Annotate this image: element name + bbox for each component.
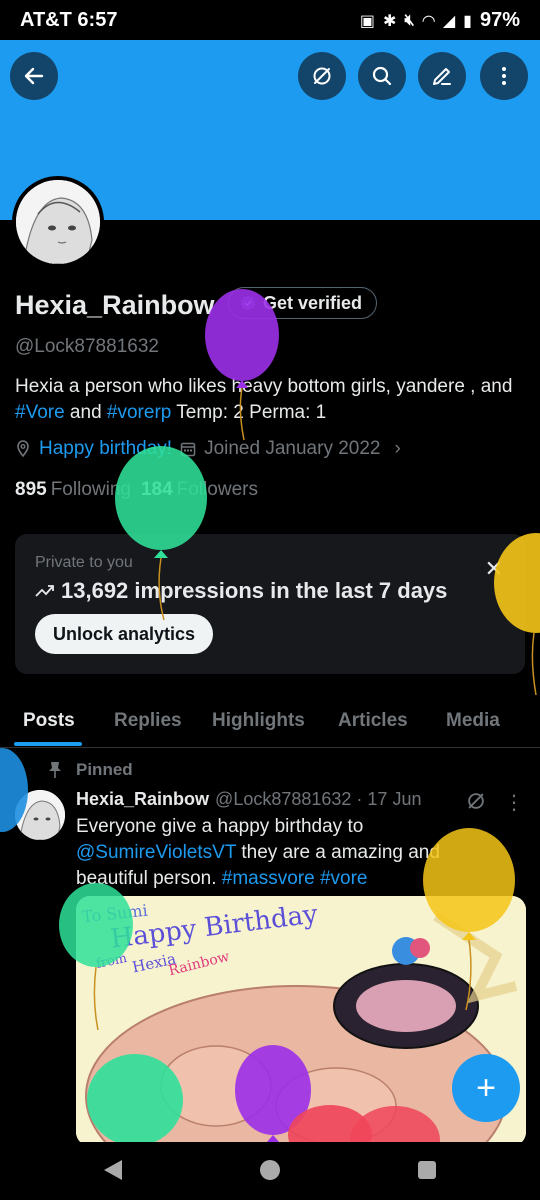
nav-recents-icon[interactable]: [418, 1161, 436, 1179]
post-header: Hexia_Rainbow @Lock87881632 · 17 Jun: [76, 789, 421, 810]
close-icon[interactable]: ✕: [485, 556, 503, 582]
post-mention[interactable]: @SumireVioletsVT: [76, 842, 236, 863]
analytics-card: Private to you 13,692 impressions in the…: [15, 534, 525, 674]
edit-button[interactable]: [418, 52, 466, 100]
bio-text-mid: and: [64, 402, 107, 423]
clock-label: 6:57: [77, 9, 118, 31]
impressions-summary: 13,692 impressions in the last 7 days: [35, 578, 447, 604]
signal-icon: ◢: [442, 12, 456, 30]
avatar-drawing: [16, 180, 100, 264]
compose-post-button[interactable]: +: [452, 1054, 520, 1122]
system-navigation-bar: [0, 1142, 540, 1200]
bio-text-suffix: Temp: 2 Perma: 1: [171, 402, 327, 423]
profile-avatar[interactable]: [12, 176, 104, 268]
pin-icon: [49, 762, 61, 778]
unlock-analytics-button[interactable]: Unlock analytics: [35, 614, 214, 654]
birthday-link[interactable]: Happy birthday!: [39, 438, 172, 460]
tab-highlights[interactable]: Highlights: [212, 710, 305, 732]
joined-date: Joined January 2022: [204, 438, 381, 459]
more-button[interactable]: [480, 52, 528, 100]
edit-icon: [433, 68, 451, 85]
battery-percent: 97%: [479, 9, 520, 31]
post-grok-icon[interactable]: [465, 790, 487, 812]
system-icons: ▣ ✱ 🔇︎ ◠ ◢ ▮ 97%: [360, 9, 520, 32]
nav-home-icon[interactable]: [260, 1160, 280, 1180]
search-icon: [372, 66, 392, 86]
back-button[interactable]: [10, 52, 58, 100]
post-hashtag-vore[interactable]: #vore: [320, 868, 368, 889]
follow-counts: 895 Following 184 Followers: [15, 479, 258, 501]
private-label: Private to you: [35, 554, 133, 571]
mute-icon: 🔇︎: [404, 11, 415, 29]
followers-label: Followers: [176, 479, 258, 500]
following-count: 895: [15, 479, 47, 500]
tab-posts[interactable]: Posts: [23, 710, 75, 732]
bio-hashtag-vore[interactable]: #Vore: [15, 402, 65, 423]
followers-count: 184: [140, 479, 173, 500]
profile-meta: Happy birthday! Joined January 2022 ›: [15, 438, 401, 460]
get-verified-button[interactable]: Get verified: [228, 287, 378, 319]
profile-handle: @Lock87881632: [15, 336, 159, 357]
post-handle-date: @Lock87881632 · 17 Jun: [215, 789, 422, 809]
birthday-icon: [17, 440, 29, 458]
following-label: Following: [50, 479, 131, 500]
bluetooth-icon: ✱: [383, 12, 397, 30]
search-button[interactable]: [358, 52, 406, 100]
post-author-name[interactable]: Hexia_Rainbow: [76, 789, 209, 810]
nfc-icon: ▣: [359, 12, 376, 30]
arrow-left-icon: [24, 67, 44, 85]
verified-badge-icon: [240, 295, 256, 311]
bio-text: Hexia a person who likes heavy bottom gi…: [15, 376, 513, 397]
carrier-label: AT&T: [20, 9, 72, 31]
battery-icon: ▮: [463, 12, 472, 30]
post-hashtag-massvore[interactable]: #massvore: [222, 868, 315, 889]
profile-bio: Hexia a person who likes heavy bottom gi…: [15, 374, 525, 426]
status-carrier-time: AT&T 6:57: [20, 9, 117, 32]
impressions-text: 13,692 impressions in the last 7 days: [61, 578, 448, 603]
grok-icon: [313, 67, 331, 85]
get-verified-label: Get verified: [263, 292, 363, 313]
nav-back-icon[interactable]: [104, 1160, 122, 1180]
pinned-label: Pinned: [76, 760, 133, 779]
tab-articles[interactable]: Articles: [338, 710, 408, 732]
chevron-right-icon[interactable]: ›: [395, 438, 401, 460]
avatar-image: [16, 180, 100, 264]
more-icon: [502, 67, 506, 85]
followers-link[interactable]: 184 Followers: [141, 479, 258, 501]
status-bar: AT&T 6:57 ▣ ✱ 🔇︎ ◠ ◢ ▮ 97%: [0, 0, 540, 40]
post-avatar[interactable]: [15, 790, 65, 840]
pinned-label-row: Pinned: [48, 760, 133, 780]
grok-button[interactable]: [298, 52, 346, 100]
post-more-icon[interactable]: ⋮: [504, 790, 524, 815]
wifi-icon: ◠: [422, 12, 435, 30]
calendar-icon: [180, 442, 196, 457]
tab-media[interactable]: Media: [446, 710, 500, 732]
post-text: Everyone give a happy birthday to @Sumir…: [76, 814, 516, 892]
tab-replies[interactable]: Replies: [114, 710, 182, 732]
profile-tabs: Posts Replies Highlights Articles Media: [0, 692, 540, 748]
profile-name: Hexia_Rainbow: [15, 290, 215, 320]
post-avatar-drawing: [15, 790, 65, 840]
active-tab-indicator: [14, 742, 82, 746]
trending-up-icon: [35, 585, 54, 597]
bio-hashtag-vorerp[interactable]: #vorerp: [107, 402, 171, 423]
following-link[interactable]: 895 Following: [15, 479, 131, 501]
post-text-line1: Everyone give a happy birthday to: [76, 816, 364, 837]
